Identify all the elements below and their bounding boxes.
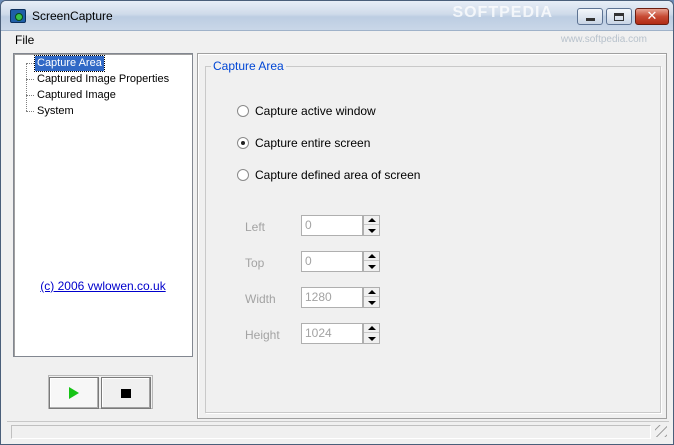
arrow-down-icon xyxy=(367,336,376,341)
tree-item-capture-area[interactable]: Capture Area xyxy=(34,55,105,72)
stop-icon xyxy=(121,388,131,398)
spin-up-button[interactable] xyxy=(364,288,379,297)
top-spinner[interactable] xyxy=(363,251,380,272)
radio-button[interactable] xyxy=(237,105,249,117)
left-input[interactable]: 0 xyxy=(301,215,363,236)
tree-connector xyxy=(26,111,34,112)
status-bar xyxy=(7,421,669,439)
resize-grip-icon[interactable] xyxy=(655,425,667,437)
group-title: Capture Area xyxy=(211,59,286,73)
radio-capture-entire-screen[interactable]: Capture entire screen xyxy=(237,135,370,151)
height-input[interactable]: 1024 xyxy=(301,323,363,344)
maximize-icon xyxy=(614,12,624,21)
watermark: SOFTPEDIA xyxy=(452,4,553,21)
label-height: Height xyxy=(245,328,280,342)
radio-label: Capture defined area of screen xyxy=(255,168,421,182)
tree-connector xyxy=(26,63,27,111)
arrow-up-icon xyxy=(367,326,376,330)
label-left: Left xyxy=(245,220,266,234)
minimize-icon xyxy=(585,18,595,21)
screencapture-window: ScreenCapture SOFTPEDIA ✕ File www.softp… xyxy=(0,0,674,445)
watermark-url: www.softpedia.com xyxy=(560,34,647,45)
spin-down-button[interactable] xyxy=(364,262,379,271)
status-pane xyxy=(11,425,651,439)
spin-up-button[interactable] xyxy=(364,324,379,333)
height-spinner[interactable] xyxy=(363,323,380,344)
tree-connector xyxy=(26,79,34,80)
tree-item-captured-image[interactable]: Captured Image xyxy=(35,88,118,103)
width-spinner[interactable] xyxy=(363,287,380,308)
window-title: ScreenCapture xyxy=(32,9,113,23)
left-spinner[interactable] xyxy=(363,215,380,236)
spin-down-button[interactable] xyxy=(364,298,379,307)
close-icon: ✕ xyxy=(646,9,658,24)
label-width: Width xyxy=(245,292,276,306)
arrow-up-icon xyxy=(367,218,376,222)
arrow-down-icon xyxy=(367,264,376,269)
spin-up-button[interactable] xyxy=(364,216,379,225)
tree-item-captured-image-properties[interactable]: Captured Image Properties xyxy=(35,72,171,87)
menu-file[interactable]: File xyxy=(15,33,34,47)
radio-capture-active-window[interactable]: Capture active window xyxy=(237,103,376,119)
arrow-down-icon xyxy=(367,228,376,233)
top-input[interactable]: 0 xyxy=(301,251,363,272)
radio-label: Capture entire screen xyxy=(255,136,371,150)
stop-button[interactable] xyxy=(101,377,151,409)
radio-button[interactable] xyxy=(237,137,249,149)
play-icon xyxy=(69,387,79,399)
radio-label: Capture active window xyxy=(255,104,376,118)
tree-connector xyxy=(26,63,34,64)
spin-up-button[interactable] xyxy=(364,252,379,261)
minimize-button[interactable] xyxy=(577,8,603,25)
spin-down-button[interactable] xyxy=(364,334,379,343)
radio-button[interactable] xyxy=(237,169,249,181)
spin-down-button[interactable] xyxy=(364,226,379,235)
navigation-tree[interactable]: Capture Area Captured Image Properties C… xyxy=(13,53,193,357)
play-button[interactable] xyxy=(49,377,99,409)
arrow-down-icon xyxy=(367,300,376,305)
radio-capture-defined-area[interactable]: Capture defined area of screen xyxy=(237,167,420,183)
copyright-link[interactable]: (c) 2006 vwlowen.co.uk xyxy=(14,279,192,293)
arrow-up-icon xyxy=(367,254,376,258)
maximize-button[interactable] xyxy=(606,8,632,25)
app-icon xyxy=(10,9,26,23)
width-input[interactable]: 1280 xyxy=(301,287,363,308)
close-button[interactable]: ✕ xyxy=(635,8,669,25)
label-top: Top xyxy=(245,256,265,270)
title-bar[interactable]: ScreenCapture SOFTPEDIA ✕ xyxy=(1,1,673,31)
tree-item-system[interactable]: System xyxy=(35,104,76,119)
arrow-up-icon xyxy=(367,290,376,294)
tree-connector xyxy=(26,95,34,96)
